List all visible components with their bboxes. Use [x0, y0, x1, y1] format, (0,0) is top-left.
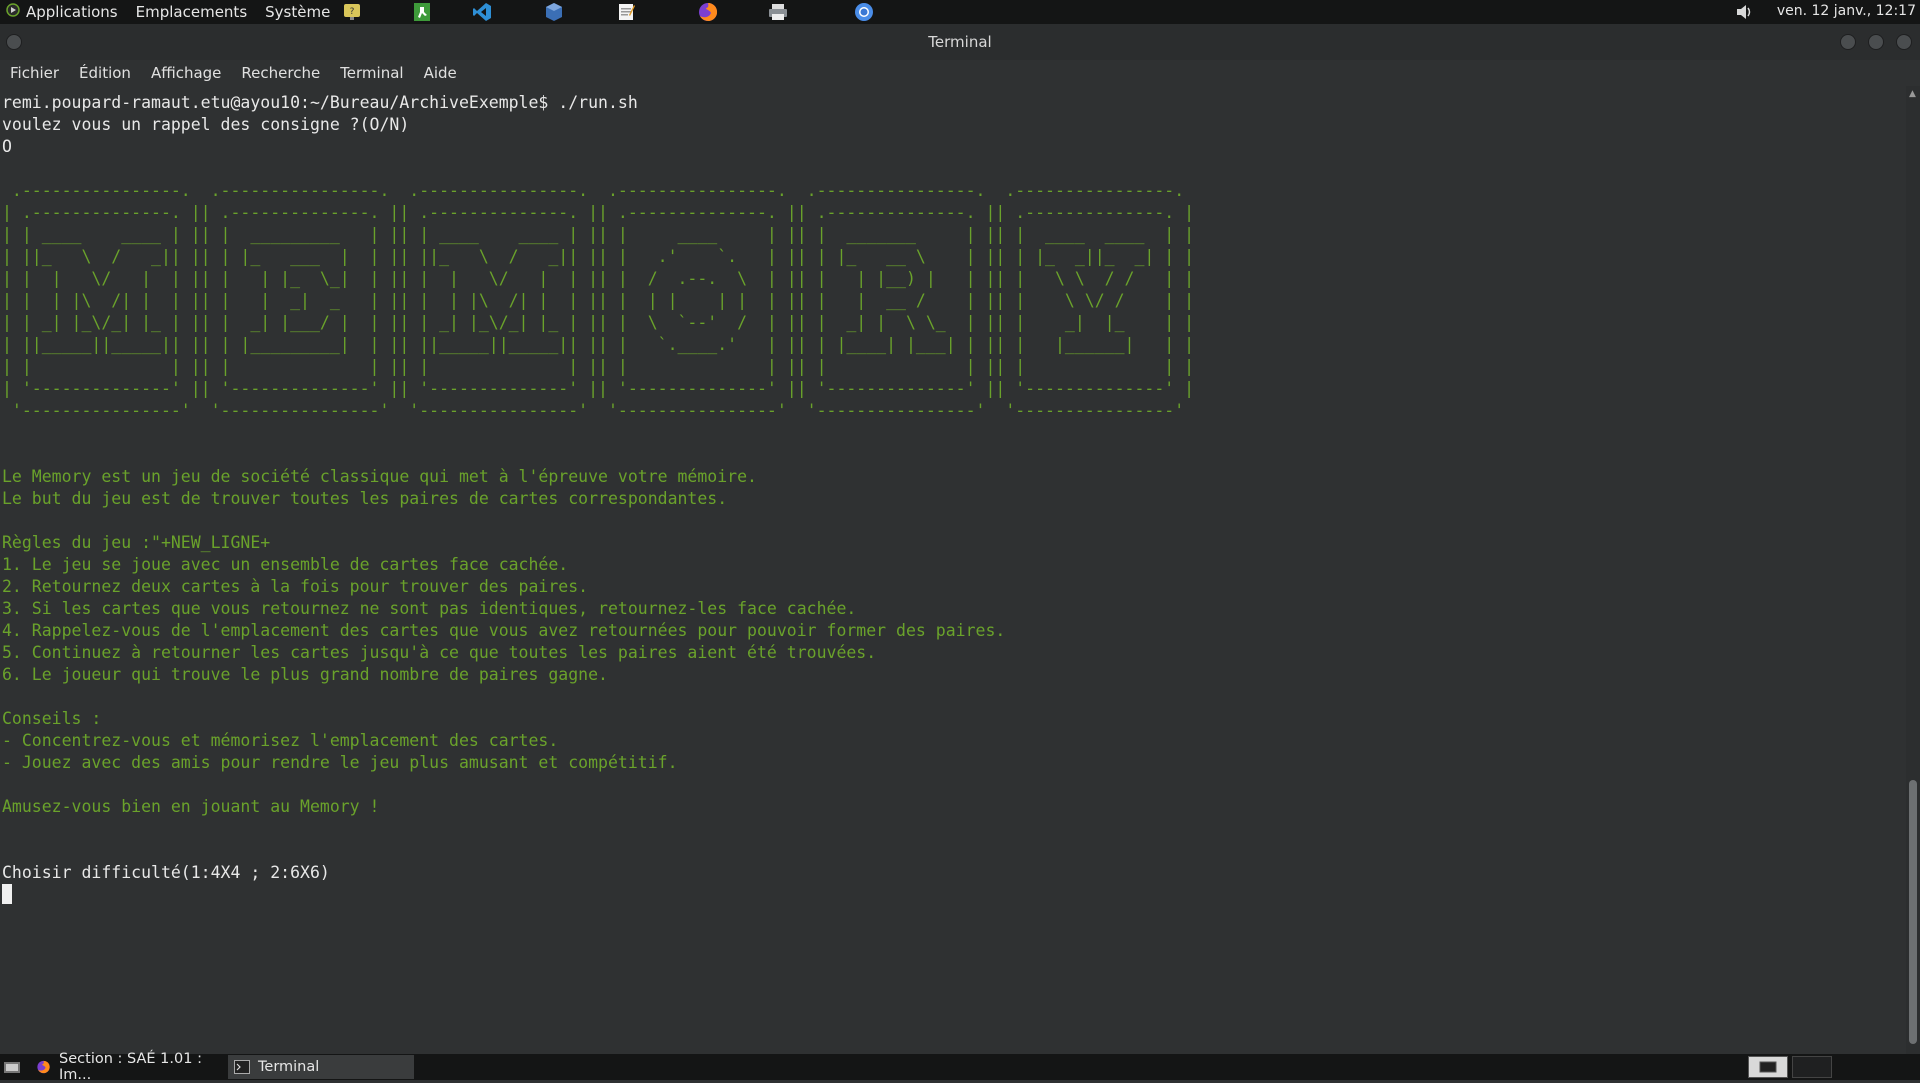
- terminal-line: Conseils :: [2, 709, 102, 728]
- menu-aide[interactable]: Aide: [424, 64, 457, 82]
- scrollbar-thumb[interactable]: [1909, 780, 1917, 1044]
- terminal-menubar: Fichier Édition Affichage Recherche Term…: [0, 60, 1920, 86]
- menu-terminal[interactable]: Terminal: [340, 64, 403, 82]
- system-menu[interactable]: Système: [265, 3, 330, 21]
- vscode-icon[interactable]: [470, 2, 494, 22]
- terminal-line: O: [2, 137, 12, 156]
- terminal-line: - Concentrez-vous et mémorisez l'emplace…: [2, 731, 559, 750]
- terminal-line: | | | |\ /| | | || | | _| _ | || | | |\ …: [2, 291, 1195, 310]
- printer-icon[interactable]: [766, 2, 790, 22]
- launcher-help-icon[interactable]: ?: [340, 2, 364, 22]
- terminal-line: | | ____ ____ | || | _________ | || | __…: [2, 225, 1195, 244]
- minimize-button[interactable]: [1840, 34, 1856, 50]
- terminal-line: 1. Le jeu se joue avec un ensemble de ca…: [2, 555, 569, 574]
- bottom-panel: Section : SAÉ 1.01 : Im... Terminal: [0, 1051, 1920, 1083]
- workspace-2[interactable]: [1792, 1056, 1832, 1078]
- terminal-line: '----------------' '----------------' '-…: [2, 401, 1195, 420]
- terminal-cursor: [2, 884, 12, 904]
- terminal-line: 3. Si les cartes que vous retournez ne s…: [2, 599, 857, 618]
- launcher-exit-icon[interactable]: [410, 2, 434, 22]
- terminal-line: 5. Continuez à retourner les cartes jusq…: [2, 643, 877, 662]
- terminal-line: voulez vous un rappel des consigne ?(O/N…: [2, 115, 410, 134]
- terminal-line: | '--------------' || '--------------' |…: [2, 379, 1195, 398]
- clock[interactable]: ven. 12 janv., 12:17: [1777, 3, 1916, 19]
- terminal-line: | ||_____||_____|| || | |_________| | ||…: [2, 335, 1195, 354]
- top-panel: Applications Emplacements Système ? ven.…: [0, 0, 1920, 24]
- applications-menu-icon[interactable]: [6, 3, 20, 21]
- close-button[interactable]: [1896, 34, 1912, 50]
- scroll-up-arrow-icon[interactable]: ▲: [1909, 90, 1917, 99]
- terminal-line: | | _| |_\/_| |_ | || | _| |___/ | | || …: [2, 313, 1195, 332]
- terminal-line: Choisir difficulté(1:4X4 ; 2:6X6): [2, 863, 330, 882]
- show-desktop-button[interactable]: [0, 1055, 28, 1079]
- task-terminal[interactable]: Terminal: [228, 1055, 414, 1079]
- terminal-line: | | | || | | || | | || | | || | | || | |…: [2, 357, 1195, 376]
- menu-recherche[interactable]: Recherche: [241, 64, 320, 82]
- virtualbox-icon[interactable]: [542, 2, 566, 22]
- firefox-icon[interactable]: [696, 2, 720, 22]
- maximize-button[interactable]: [1868, 34, 1884, 50]
- terminal-scrollbar[interactable]: ▲: [1906, 86, 1920, 1054]
- terminal-cursor-line: [2, 884, 1194, 906]
- terminal-icon: [234, 1060, 250, 1074]
- task-firefox[interactable]: Section : SAÉ 1.01 : Im...: [30, 1051, 228, 1083]
- menu-affichage[interactable]: Affichage: [151, 64, 221, 82]
- terminal-line: Le but du jeu est de trouver toutes les …: [2, 489, 728, 508]
- terminal-line: 4. Rappelez-vous de l'emplacement des ca…: [2, 621, 1006, 640]
- window-title: Terminal: [928, 33, 992, 51]
- terminal-line: | | | \/ | | || | | |_ \_| | || | | \/ |…: [2, 269, 1195, 288]
- volume-icon[interactable]: [1734, 2, 1756, 22]
- terminal-line: .----------------. .----------------. .-…: [2, 181, 1195, 200]
- task-terminal-label: Terminal: [258, 1059, 320, 1075]
- workspace-1[interactable]: [1748, 1056, 1788, 1078]
- firefox-icon: [37, 1060, 50, 1074]
- terminal-line: Règles du jeu :"+NEW_LIGNE+: [2, 533, 271, 552]
- terminal-line: | .--------------. || .--------------. |…: [2, 203, 1195, 222]
- terminal-line: 2. Retournez deux cartes à la fois pour …: [2, 577, 589, 596]
- show-desktop-icon: [4, 1062, 20, 1073]
- places-menu[interactable]: Emplacements: [136, 3, 248, 21]
- text-editor-icon[interactable]: [614, 2, 638, 22]
- terminal-line: | ||_ \ / _|| || | |_ ___ | | || ||_ \ /…: [2, 247, 1195, 266]
- terminal-line: remi.poupard-ramaut.etu@ayou10:~/Bureau/…: [2, 93, 638, 112]
- window-titlebar[interactable]: Terminal: [0, 24, 1920, 60]
- menu-fichier[interactable]: Fichier: [10, 64, 59, 82]
- terminal-line: Le Memory est un jeu de société classiqu…: [2, 467, 757, 486]
- terminal-line: Amusez-vous bien en jouant au Memory !: [2, 797, 380, 816]
- terminal-line: 6. Le joueur qui trouve le plus grand no…: [2, 665, 608, 684]
- chromium-icon[interactable]: [852, 2, 876, 22]
- terminal-line: - Jouez avec des amis pour rendre le jeu…: [2, 753, 678, 772]
- applications-menu[interactable]: Applications: [26, 3, 118, 21]
- task-firefox-label: Section : SAÉ 1.01 : Im...: [59, 1051, 202, 1083]
- svg-text:?: ?: [350, 7, 355, 17]
- terminal-output[interactable]: remi.poupard-ramaut.etu@ayou10:~/Bureau/…: [0, 86, 1906, 1054]
- menu-edition[interactable]: Édition: [79, 64, 131, 82]
